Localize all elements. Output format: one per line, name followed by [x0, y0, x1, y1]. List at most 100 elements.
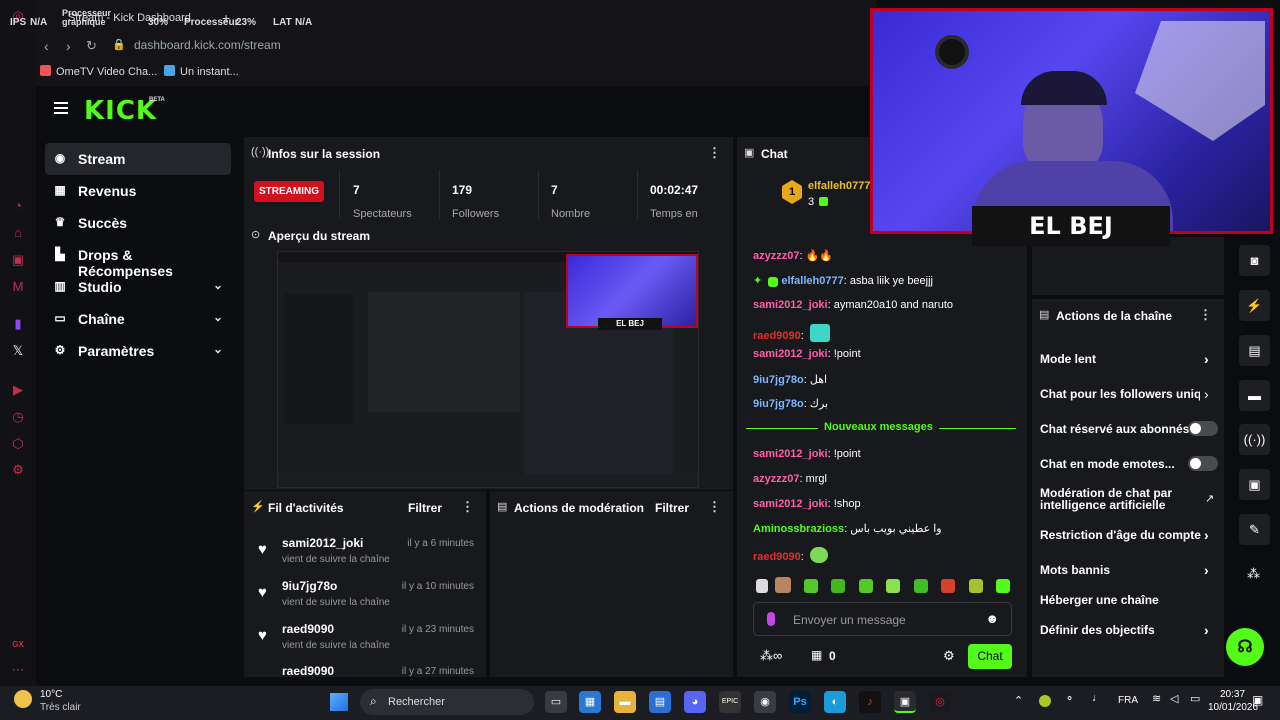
- more-icon[interactable]: ⋮: [461, 499, 474, 515]
- tray-arrow-icon[interactable]: ⌃: [1014, 694, 1023, 707]
- language-indicator[interactable]: FRA: [1118, 695, 1138, 706]
- mic-icon[interactable]: ♩: [1092, 692, 1103, 704]
- edge-icon[interactable]: ◐: [824, 691, 846, 713]
- back-icon[interactable]: ‹: [44, 38, 49, 54]
- bookmark-instant[interactable]: Un instant...: [164, 65, 239, 78]
- menu-icon[interactable]: [54, 102, 68, 114]
- external-link-icon[interactable]: ↗: [1205, 492, 1214, 505]
- windows-start-icon[interactable]: [330, 693, 348, 711]
- store-app-icon[interactable]: ▦: [579, 691, 601, 713]
- emote-icon[interactable]: [996, 579, 1011, 593]
- activity-user[interactable]: raed9090: [282, 664, 334, 677]
- emote-mode-toggle[interactable]: [1188, 456, 1218, 471]
- weather-temp[interactable]: 10°C: [40, 689, 62, 700]
- chat-user[interactable]: elfalleh0777: [781, 275, 843, 287]
- nav-parametres[interactable]: ⚙ Paramètres ⌄: [45, 335, 231, 367]
- chat-user[interactable]: sami2012_joki: [753, 448, 828, 460]
- filter-button[interactable]: Filtrer: [655, 501, 689, 515]
- chat-user[interactable]: sami2012_joki: [753, 348, 828, 360]
- volume-icon[interactable]: ◁: [1170, 692, 1178, 705]
- chat-input[interactable]: Envoyer un message ☻: [753, 602, 1012, 636]
- emote-icon[interactable]: [886, 579, 901, 593]
- chat-user[interactable]: raed9090: [753, 330, 801, 342]
- emote-icon[interactable]: [913, 579, 928, 593]
- chat-user[interactable]: azyzzz07: [753, 473, 799, 485]
- messenger-icon[interactable]: M: [10, 279, 26, 295]
- setting-slow-mode[interactable]: Mode lent ›: [1040, 351, 1209, 367]
- bolt-button[interactable]: ⚡: [1239, 290, 1270, 321]
- battery-icon[interactable]: ▭: [1190, 692, 1200, 705]
- speed-icon[interactable]: ◔: [10, 198, 26, 214]
- x-icon[interactable]: 𝕏: [10, 343, 26, 359]
- emote-icon[interactable]: [775, 577, 792, 593]
- setting-age-restriction[interactable]: Restriction d'âge du compte ›: [1040, 527, 1209, 543]
- media-button[interactable]: ▣: [1239, 469, 1270, 500]
- twitch-icon[interactable]: ▮: [10, 316, 26, 332]
- more-icon[interactable]: ⋮: [1199, 307, 1212, 323]
- forward-icon[interactable]: ›: [66, 38, 71, 54]
- chat-user[interactable]: sami2012_joki: [753, 498, 828, 510]
- nav-chaine[interactable]: ▭ Chaîne ⌄: [45, 303, 231, 335]
- pinned-user[interactable]: elfalleh0777: [808, 180, 870, 192]
- nav-stream[interactable]: ◉ Stream: [45, 143, 231, 175]
- tiktok-icon[interactable]: ♪: [859, 691, 881, 713]
- emote-icon[interactable]: [756, 579, 768, 593]
- chat-settings-icon[interactable]: ⚙: [943, 648, 955, 664]
- weather-icon[interactable]: [14, 690, 32, 708]
- nav-drops[interactable]: ▙ Drops & Récompenses: [45, 239, 231, 279]
- activity-user[interactable]: raed9090: [282, 622, 334, 636]
- subscribers-only-toggle[interactable]: [1188, 421, 1218, 436]
- chat-user[interactable]: Aminossbrazioss: [753, 523, 844, 535]
- points-icon[interactable]: ⁂: [1247, 566, 1260, 582]
- settings-icon[interactable]: ⚙: [10, 462, 26, 478]
- new-tab-icon[interactable]: +: [222, 10, 230, 26]
- setting-subscribers-only[interactable]: Chat réservé aux abonnés: [1040, 422, 1189, 436]
- gaming-icon[interactable]: ▣: [10, 252, 26, 268]
- chat-send-button[interactable]: Chat: [968, 644, 1012, 669]
- chat-user[interactable]: 9iu7jg78o: [753, 374, 804, 386]
- emote-icon[interactable]: [803, 579, 818, 593]
- chat-button[interactable]: ▬: [1239, 380, 1270, 411]
- notification-icon[interactable]: ▣: [1252, 693, 1263, 707]
- setting-host-channel[interactable]: Héberger une chaîne: [1040, 593, 1159, 607]
- discord-icon[interactable]: ◕: [684, 691, 706, 713]
- more-icon[interactable]: ⋮: [708, 499, 721, 515]
- ms-store-icon[interactable]: ▤: [649, 691, 671, 713]
- network-icon[interactable]: ⚬: [1065, 692, 1074, 705]
- play-icon[interactable]: ▶: [10, 382, 26, 398]
- steam-icon[interactable]: ◉: [754, 691, 776, 713]
- clock-date[interactable]: 10/01/2026: [1208, 702, 1258, 713]
- emote-icon[interactable]: [968, 579, 983, 593]
- chat-user[interactable]: sami2012_joki: [753, 299, 828, 311]
- mic-icon[interactable]: [767, 612, 775, 626]
- setting-emote-mode[interactable]: Chat en mode emotes...: [1040, 457, 1175, 471]
- more-icon[interactable]: ⋮: [708, 145, 721, 161]
- activity-user[interactable]: sami2012_joki: [282, 536, 363, 550]
- clock-time[interactable]: 20:37: [1220, 689, 1245, 700]
- kick-logo[interactable]: KICK: [84, 96, 157, 126]
- setting-followers-only[interactable]: Chat pour les followers uniq: [1040, 387, 1200, 401]
- stream-preview[interactable]: EL BEJ: [277, 251, 699, 488]
- chat-user[interactable]: raed9090: [753, 551, 801, 563]
- browser-tab[interactable]: Stream - Kick Dashboard: [68, 12, 191, 24]
- points-icon[interactable]: ⁂∞: [760, 648, 782, 664]
- emote-icon[interactable]: [858, 579, 873, 593]
- nav-studio[interactable]: ▥ Studio ⌄: [45, 271, 231, 303]
- emote-icon[interactable]: [831, 579, 846, 593]
- epic-games-icon[interactable]: EPIC: [719, 691, 741, 713]
- cube-icon[interactable]: ⬡: [10, 436, 26, 452]
- reload-icon[interactable]: ↻: [86, 38, 97, 54]
- address-bar[interactable]: dashboard.kick.com/stream: [134, 38, 281, 52]
- broadcast-button[interactable]: ((·)): [1239, 424, 1270, 455]
- clock-icon[interactable]: ◷: [10, 409, 26, 425]
- store-icon[interactable]: ▦: [811, 648, 822, 662]
- tools-button[interactable]: ✎: [1239, 514, 1270, 545]
- chevron-right-icon[interactable]: ›: [1204, 386, 1209, 402]
- wifi-icon[interactable]: ≋: [1152, 692, 1161, 705]
- folder-icon[interactable]: ▬: [614, 691, 636, 713]
- notes-button[interactable]: ▤: [1239, 335, 1270, 366]
- emoji-icon[interactable]: ☻: [985, 611, 999, 626]
- taskbar-search[interactable]: ⌕ Rechercher: [360, 689, 534, 715]
- more-icon[interactable]: ⋯: [10, 662, 26, 678]
- activity-user[interactable]: 9iu7jg78o: [282, 579, 337, 593]
